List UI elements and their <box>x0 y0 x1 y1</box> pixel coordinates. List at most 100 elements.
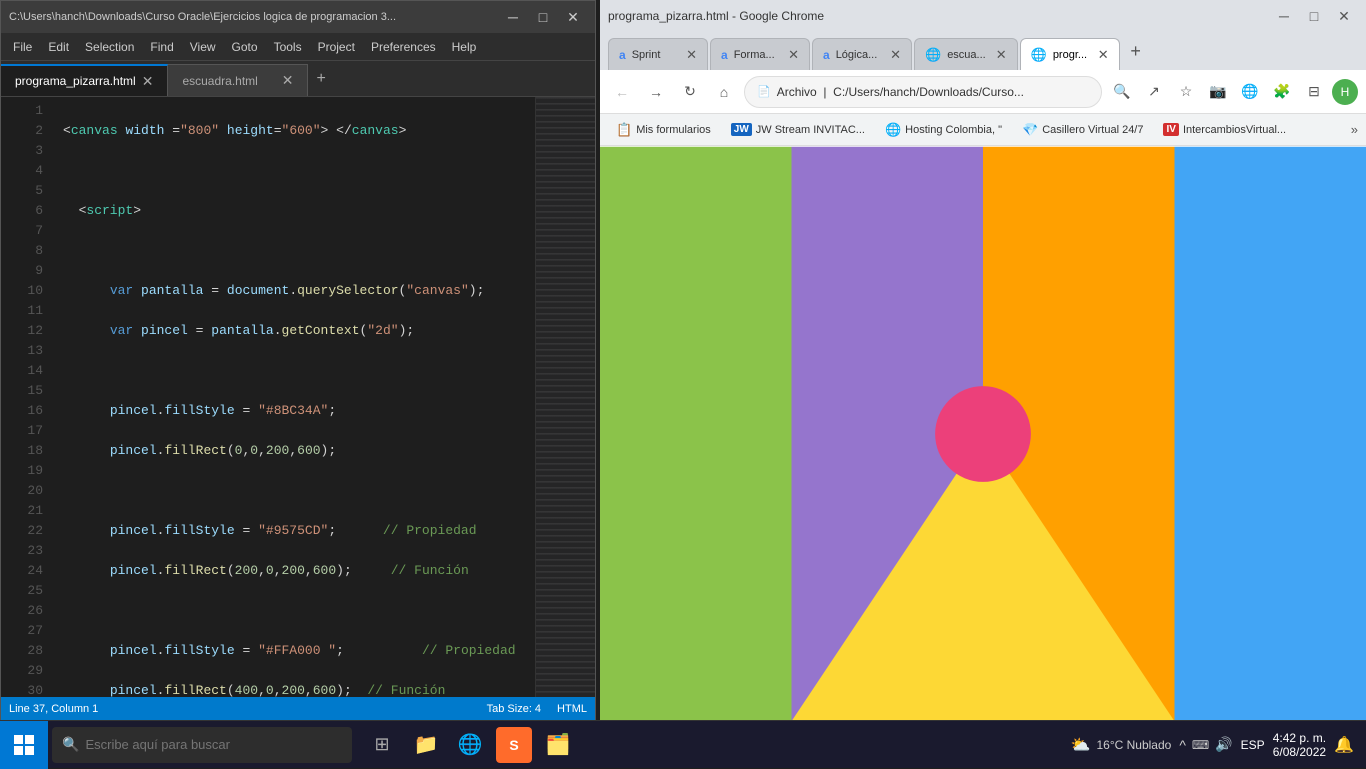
menu-tools[interactable]: Tools <box>266 33 310 61</box>
bookmark-casillero[interactable]: 💎 Casillero Virtual 24/7 <box>1014 118 1151 142</box>
status-tabsize: Tab Size: 4 <box>487 703 541 715</box>
tab-programa-pizarra[interactable]: programa_pizarra.html ✕ <box>1 64 168 96</box>
menu-view[interactable]: View <box>182 33 224 61</box>
share-icon[interactable]: ↗ <box>1140 78 1168 106</box>
bookmark-intercambios[interactable]: IV IntercambiosVirtual... <box>1155 118 1294 142</box>
url-bar[interactable]: 📄 Archivo | C:/Users/hanch/Downloads/Cur… <box>744 76 1102 108</box>
tab-close-escua[interactable]: ✕ <box>996 47 1007 63</box>
forward-button[interactable]: → <box>642 78 670 106</box>
status-bar: Line 37, Column 1 Tab Size: 4 HTML <box>1 697 595 721</box>
url-text: Archivo | C:/Users/hanch/Downloads/Curso… <box>777 85 1024 99</box>
tab-label-2: escuadra.html <box>182 74 257 88</box>
search-input[interactable] <box>85 737 342 752</box>
bookmarks-more-button[interactable]: » <box>1351 122 1358 137</box>
browser-titlebar: programa_pizarra.html - Google Chrome ─ … <box>600 0 1366 32</box>
home-button[interactable]: ⌂ <box>710 78 738 106</box>
tab-icon-sprint: a <box>619 48 626 62</box>
menu-goto[interactable]: Goto <box>224 33 266 61</box>
canvas-preview <box>600 146 1366 722</box>
menu-preferences[interactable]: Preferences <box>363 33 444 61</box>
menu-help[interactable]: Help <box>444 33 485 61</box>
minimap <box>535 97 595 697</box>
extensions-icon[interactable]: 🧩 <box>1268 78 1296 106</box>
code-line-2 <box>63 161 535 181</box>
taskbar-sys: ⛅ 16°C Nublado <box>1071 735 1172 755</box>
browser-tab-logica[interactable]: a Lógica... ✕ <box>812 38 912 70</box>
user-avatar[interactable]: H <box>1332 79 1358 105</box>
menu-project[interactable]: Project <box>310 33 363 61</box>
taskview-button[interactable]: ⊞ <box>364 727 400 763</box>
tab-close-progr[interactable]: ✕ <box>1098 47 1109 63</box>
tab-label-1: programa_pizarra.html <box>15 74 136 88</box>
bookmark-formularios[interactable]: 📋 Mis formularios <box>608 118 719 142</box>
reload-button[interactable]: ↻ <box>676 78 704 106</box>
bookmark-hosting[interactable]: 🌐 Hosting Colombia, " <box>877 118 1010 142</box>
address-bar: ← → ↻ ⌂ 📄 Archivo | C:/Users/hanch/Downl… <box>600 70 1366 114</box>
taskbar: 🔍 ⊞ 📁 🌐 S 🗂️ ⛅ 16°C Nublado ^ ⌨ 🔊 ESP 4:… <box>0 720 1366 768</box>
code-content[interactable]: <canvas width ="800" height="600"> </can… <box>51 97 535 697</box>
browser-maximize-button[interactable]: □ <box>1300 4 1328 28</box>
taskbar-right: ⛅ 16°C Nublado ^ ⌨ 🔊 ESP 4:42 p. m. 6/08… <box>1071 731 1366 759</box>
maximize-button[interactable]: □ <box>529 5 557 29</box>
weather-text: 16°C Nublado <box>1096 738 1171 752</box>
browser-tab-progr[interactable]: 🌐 progr... ✕ <box>1020 38 1120 70</box>
bookmark-icon-hosting: 🌐 <box>885 122 901 138</box>
network-icon: ^ <box>1179 737 1186 753</box>
browser-minimize-button[interactable]: ─ <box>1270 4 1298 28</box>
sublime-icon[interactable]: S <box>496 727 532 763</box>
tab-escuadra[interactable]: escuadra.html ✕ <box>168 64 308 96</box>
menu-find[interactable]: Find <box>142 33 181 61</box>
tab-close-sprint[interactable]: ✕ <box>686 47 697 63</box>
browser-tab-escua[interactable]: 🌐 escua... ✕ <box>914 38 1018 70</box>
minimize-button[interactable]: ─ <box>499 5 527 29</box>
camera-icon[interactable]: 📷 <box>1204 78 1232 106</box>
close-button[interactable]: ✕ <box>559 5 587 29</box>
line-numbers: 12345 678910 1112131415 1617181920 21222… <box>1 97 51 697</box>
volume-icon: 🔊 <box>1215 736 1232 753</box>
code-line-1: <canvas width ="800" height="600"> </can… <box>63 121 535 141</box>
menu-selection[interactable]: Selection <box>77 33 142 61</box>
bookmark-jw[interactable]: JW JW Stream INVITAC... <box>723 118 873 142</box>
menu-file[interactable]: File <box>5 33 40 61</box>
editor-title: C:\Users\hanch\Downloads\Curso Oracle\Ej… <box>9 11 499 23</box>
minimap-content <box>536 97 595 697</box>
code-line-13 <box>63 601 535 621</box>
taskbar-search[interactable]: 🔍 <box>52 727 352 763</box>
menu-edit[interactable]: Edit <box>40 33 77 61</box>
search-icon[interactable]: 🔍 <box>1108 78 1136 106</box>
start-button[interactable] <box>0 721 48 769</box>
sidebar-toggle[interactable]: ⊟ <box>1300 78 1328 106</box>
code-line-12: pincel.fillRect(200,0,200,600); // Funci… <box>63 561 535 581</box>
browser-tab-sprint[interactable]: a Sprint ✕ <box>608 38 708 70</box>
tab-close-2[interactable]: ✕ <box>282 72 294 89</box>
bookmark-icon-formularios: 📋 <box>616 122 632 138</box>
tab-title-logica: Lógica... <box>836 49 880 61</box>
bookmark-label-jw: JW Stream INVITAC... <box>756 124 865 136</box>
browser-win-controls: ─ □ ✕ <box>1270 4 1358 28</box>
editor-titlebar: C:\Users\hanch\Downloads\Curso Oracle\Ej… <box>1 1 595 33</box>
browser-tab-forma[interactable]: a Forma... ✕ <box>710 38 810 70</box>
browser-window: programa_pizarra.html - Google Chrome ─ … <box>600 0 1366 722</box>
code-line-11: pincel.fillStyle = "#9575CD"; // Propied… <box>63 521 535 541</box>
clock-time: 4:42 p. m. <box>1273 731 1326 745</box>
tab-icon-progr: 🌐 <box>1031 47 1047 63</box>
code-line-9: pincel.fillRect(0,0,200,600); <box>63 441 535 461</box>
notifications-button[interactable]: 🔔 <box>1334 735 1354 755</box>
file-explorer-icon[interactable]: 📁 <box>408 727 444 763</box>
tab-close-logica[interactable]: ✕ <box>890 47 901 63</box>
browser-close-button[interactable]: ✕ <box>1330 4 1358 28</box>
tab-close-forma[interactable]: ✕ <box>788 47 799 63</box>
tabs-add-button[interactable]: + <box>308 70 333 88</box>
back-button[interactable]: ← <box>608 78 636 106</box>
chrome-icon[interactable]: 🌐 <box>452 727 488 763</box>
rect-blue <box>1175 147 1366 722</box>
circle-pink <box>935 386 1031 482</box>
code-line-15: pincel.fillRect(400,0,200,600); // Funci… <box>63 681 535 697</box>
taskbar-app-icon[interactable]: 🗂️ <box>540 727 576 763</box>
profile-icon[interactable]: 🌐 <box>1236 78 1264 106</box>
star-icon[interactable]: ☆ <box>1172 78 1200 106</box>
new-tab-button[interactable]: + <box>1122 37 1150 65</box>
tab-close-1[interactable]: ✕ <box>142 73 154 90</box>
code-line-10 <box>63 481 535 501</box>
taskbar-icons: ⊞ 📁 🌐 S 🗂️ <box>356 727 584 763</box>
